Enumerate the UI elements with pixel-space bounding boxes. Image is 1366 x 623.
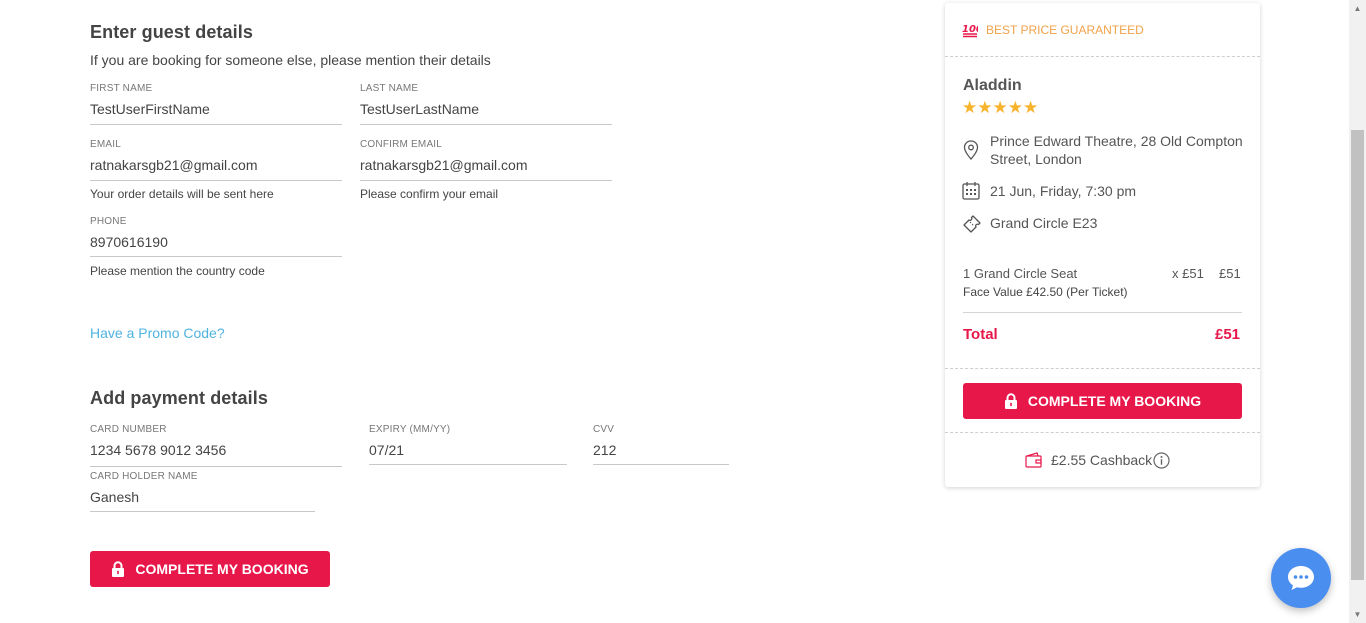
- info-icon[interactable]: [1153, 452, 1170, 469]
- complete-booking-button[interactable]: COMPLETE MY BOOKING: [90, 551, 330, 587]
- phone-field[interactable]: 8970616190: [90, 234, 342, 250]
- first-name-label: FIRST NAME: [90, 83, 153, 94]
- chat-button[interactable]: [1271, 548, 1331, 608]
- phone-underline: [90, 256, 342, 257]
- card-holder-label: CARD HOLDER NAME: [90, 471, 198, 482]
- complete-booking-label: COMPLETE MY BOOKING: [135, 561, 309, 577]
- first-name-underline: [90, 124, 342, 125]
- card-holder-underline: [90, 511, 315, 512]
- guest-details-heading: Enter guest details: [90, 22, 253, 42]
- line-item-qty: x £51: [1172, 266, 1204, 281]
- card-holder-field[interactable]: Ganesh: [90, 489, 315, 505]
- rating-stars: ★★★★★: [962, 98, 1039, 117]
- divider: [963, 312, 1242, 313]
- expiry-underline: [369, 464, 567, 465]
- ticket-icon: [962, 214, 982, 234]
- guest-details-subtitle: If you are booking for someone else, ple…: [90, 52, 491, 68]
- summary-complete-booking-label: COMPLETE MY BOOKING: [1027, 393, 1202, 409]
- show-title: Aladdin: [963, 77, 1022, 94]
- venue-line-1: Prince Edward Theatre, 28 Old Compton: [990, 133, 1243, 149]
- cvv-field[interactable]: 212: [593, 442, 729, 458]
- calendar-icon: [962, 181, 980, 200]
- last-name-label: LAST NAME: [360, 83, 419, 94]
- line-item-label: 1 Grand Circle Seat: [963, 266, 1078, 281]
- expiry-label: EXPIRY (MM/YY): [369, 424, 451, 435]
- last-name-underline: [360, 124, 612, 125]
- email-hint: Your order details will be sent here: [90, 187, 274, 201]
- confirm-email-label: CONFIRM EMAIL: [360, 139, 443, 150]
- email-label: EMAIL: [90, 139, 122, 150]
- phone-label: PHONE: [90, 216, 127, 227]
- divider: [945, 368, 1260, 369]
- lock-icon: [1004, 393, 1017, 409]
- booking-summary-card: 100 BEST PRICE GUARANTEED Aladdin ★★★★★ …: [945, 3, 1260, 487]
- phone-hint: Please mention the country code: [90, 264, 265, 278]
- cvv-underline: [593, 464, 729, 465]
- 100-emoji-icon: 100: [962, 20, 983, 38]
- first-name-field[interactable]: TestUserFirstName: [90, 101, 342, 117]
- venue-line-2: Street, London: [990, 151, 1082, 167]
- last-name-field[interactable]: TestUserLastName: [360, 101, 612, 117]
- chat-bubble-icon: [1288, 566, 1314, 590]
- cvv-label: CVV: [593, 424, 615, 435]
- promo-code-link[interactable]: Have a Promo Code?: [90, 325, 225, 341]
- scroll-down-arrow[interactable]: ▼: [1349, 606, 1366, 623]
- payment-details-heading: Add payment details: [90, 388, 268, 408]
- expiry-field[interactable]: 07/21: [369, 442, 567, 458]
- email-underline: [90, 180, 342, 181]
- lock-icon: [112, 561, 125, 577]
- summary-complete-booking-button[interactable]: COMPLETE MY BOOKING: [963, 383, 1242, 419]
- card-number-field[interactable]: 1234 5678 9012 3456: [90, 442, 342, 458]
- scrollbar-thumb[interactable]: [1351, 130, 1364, 580]
- wallet-icon: [1025, 452, 1042, 468]
- divider: [945, 56, 1260, 57]
- confirm-email-underline: [360, 180, 612, 181]
- scroll-up-arrow[interactable]: ▲: [1349, 0, 1366, 17]
- location-pin-icon: [962, 140, 980, 160]
- show-datetime: 21 Jun, Friday, 7:30 pm: [990, 183, 1137, 199]
- divider: [945, 432, 1260, 433]
- best-price-badge: BEST PRICE GUARANTEED: [986, 23, 1144, 37]
- card-number-underline: [90, 466, 342, 467]
- cashback-text: £2.55 Cashback: [1051, 452, 1153, 468]
- face-value: Face Value £42.50 (Per Ticket): [963, 285, 1128, 299]
- confirm-email-field[interactable]: ratnakarsgb21@gmail.com: [360, 157, 612, 173]
- card-number-label: CARD NUMBER: [90, 424, 167, 435]
- confirm-email-hint: Please confirm your email: [360, 187, 499, 201]
- line-item-price: £51: [1219, 266, 1241, 281]
- total-label: Total: [963, 326, 998, 343]
- venue-address: Prince Edward Theatre, 28 Old Compton St…: [990, 132, 1250, 168]
- email-field[interactable]: ratnakarsgb21@gmail.com: [90, 157, 342, 173]
- total-value: £51: [1215, 326, 1241, 343]
- seat-info: Grand Circle E23: [990, 215, 1098, 231]
